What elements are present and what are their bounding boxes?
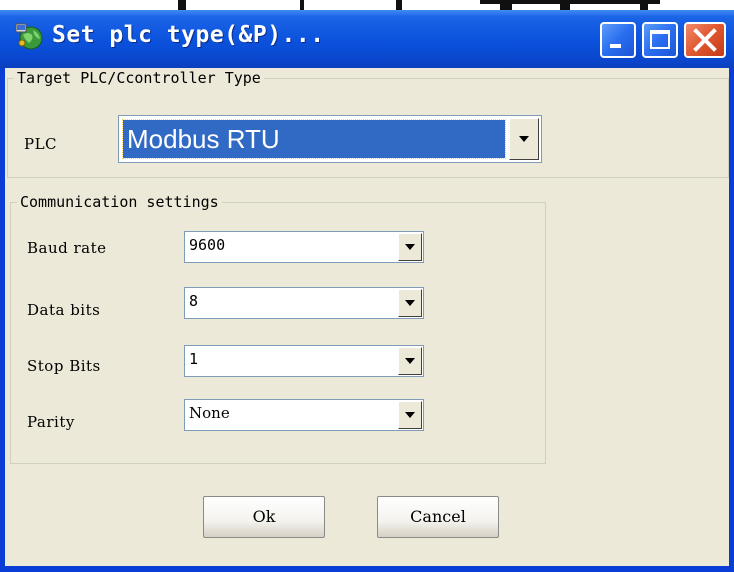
parity-dropdown-button[interactable] (398, 401, 422, 429)
title-bar[interactable]: Set plc type(&P)... (0, 10, 734, 68)
dialog-client-area: Target PLC/Ccontroller Type PLC Modbus R… (5, 68, 729, 566)
close-icon (693, 28, 717, 52)
plc-dropdown-button[interactable] (509, 118, 539, 160)
chevron-down-icon (405, 244, 415, 250)
chevron-down-icon (405, 412, 415, 418)
stop-bits-value: 1 (189, 350, 199, 368)
baud-rate-dropdown-button[interactable] (398, 233, 422, 261)
data-bits-label: Data bits (27, 301, 101, 319)
minimize-button[interactable] (600, 22, 636, 58)
parity-select[interactable]: None (184, 399, 424, 431)
background-strip (0, 0, 734, 10)
chevron-down-icon (405, 358, 415, 364)
stop-bits-label: Stop Bits (27, 357, 101, 375)
plc-type-select[interactable]: Modbus RTU (118, 115, 542, 163)
group-title-target: Target PLC/Ccontroller Type (14, 68, 264, 88)
cancel-button[interactable]: Cancel (377, 496, 499, 538)
target-plc-group: Target PLC/Ccontroller Type PLC Modbus R… (7, 68, 729, 178)
data-bits-select[interactable]: 8 (184, 287, 424, 319)
window-title: Set plc type(&P)... (52, 22, 325, 48)
plc-label: PLC (24, 135, 58, 153)
maximize-icon (650, 30, 670, 49)
data-bits-dropdown-button[interactable] (398, 289, 422, 317)
plc-selected-value: Modbus RTU (122, 119, 506, 159)
chevron-down-icon (519, 136, 529, 142)
baud-rate-select[interactable]: 9600 (184, 231, 424, 263)
ok-button[interactable]: Ok (203, 496, 325, 538)
close-button[interactable] (684, 22, 726, 58)
parity-value: None (189, 404, 230, 422)
communication-settings-group: Communication settings Baud rate 9600 Da… (10, 192, 546, 464)
baud-rate-value: 9600 (189, 236, 226, 254)
stop-bits-dropdown-button[interactable] (398, 347, 422, 375)
data-bits-value: 8 (189, 292, 199, 310)
chevron-down-icon (405, 300, 415, 306)
parity-label: Parity (27, 413, 75, 431)
maximize-button[interactable] (642, 22, 678, 58)
globe-network-icon (15, 23, 43, 50)
minimize-icon (610, 44, 621, 48)
group-title-communication: Communication settings (17, 192, 222, 212)
dialog-window: Set plc type(&P)... Target PLC/Ccontroll… (0, 0, 734, 572)
stop-bits-select[interactable]: 1 (184, 345, 424, 377)
baud-rate-label: Baud rate (27, 239, 107, 257)
